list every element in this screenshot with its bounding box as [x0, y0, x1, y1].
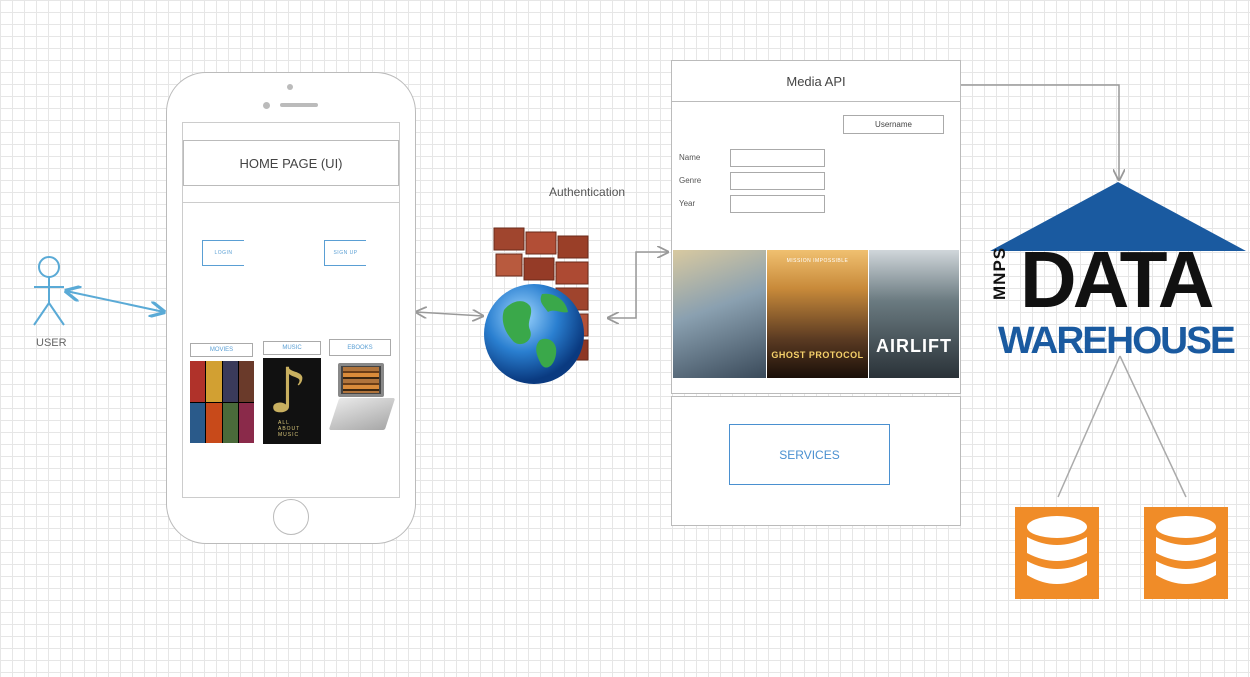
name-input[interactable]	[730, 149, 825, 167]
home-page-title: HOME PAGE (UI)	[183, 140, 399, 186]
user-actor-icon	[33, 256, 65, 326]
firewall-globe-icon	[484, 227, 589, 384]
category-music[interactable]: MUSIC	[263, 341, 321, 355]
warehouse-data-text: DATA	[1020, 235, 1214, 324]
phone-auth-arrow	[416, 312, 483, 316]
warehouse-db-right-line	[1119, 355, 1187, 498]
username-field[interactable]: Username	[843, 115, 944, 134]
warehouse-db-left-line	[1057, 355, 1121, 498]
user-label: USER	[36, 337, 67, 349]
genre-label: Genre	[679, 176, 702, 185]
phone-speaker-icon	[280, 103, 318, 107]
category-ebooks[interactable]: EBOOKS	[329, 339, 391, 356]
warehouse-sub-text: WAREHOUSE	[998, 320, 1236, 362]
auth-api-arrow	[608, 252, 668, 318]
genre-input[interactable]	[730, 172, 825, 190]
poster-3-title: AIRLIFT	[876, 336, 952, 356]
laptop-keyboard-icon	[328, 398, 396, 430]
database-icon	[1144, 507, 1228, 599]
phone-sensor-icon	[263, 102, 270, 109]
phone-camera-icon	[287, 84, 293, 90]
poster-2-tagline: MISSION IMPOSSIBLE	[786, 258, 849, 264]
year-input[interactable]	[730, 195, 825, 213]
category-movies[interactable]: MOVIES	[190, 343, 253, 357]
signup-button[interactable]: SIGN UP	[324, 240, 366, 266]
movie-poster-2[interactable]: MISSION IMPOSSIBLE GHOST PROTOCOL	[767, 250, 868, 378]
services-button[interactable]: SERVICES	[729, 424, 890, 485]
login-button[interactable]: LOGIN	[202, 240, 244, 266]
movie-poster-1[interactable]	[673, 250, 766, 378]
year-label: Year	[679, 199, 696, 208]
poster-2-title: GHOST PROTOCOL	[771, 350, 864, 360]
music-tile-words: ALL ABOUT MUSIC	[278, 420, 301, 438]
user-phone-arrow	[66, 291, 164, 312]
name-label: Name	[679, 153, 701, 162]
movie-poster-3[interactable]: AIRLIFT	[869, 250, 959, 378]
authentication-label: Authentication	[549, 185, 626, 199]
movies-thumbnail[interactable]	[190, 361, 254, 443]
database-icon	[1015, 507, 1099, 599]
media-api-title: Media API	[671, 60, 961, 102]
warehouse-side-text: MNPS	[990, 246, 1009, 300]
bookshelf-image	[343, 367, 379, 393]
phone-home-button	[273, 499, 309, 535]
screen-divider	[183, 202, 399, 203]
music-note-icon: ♪	[268, 354, 308, 427]
